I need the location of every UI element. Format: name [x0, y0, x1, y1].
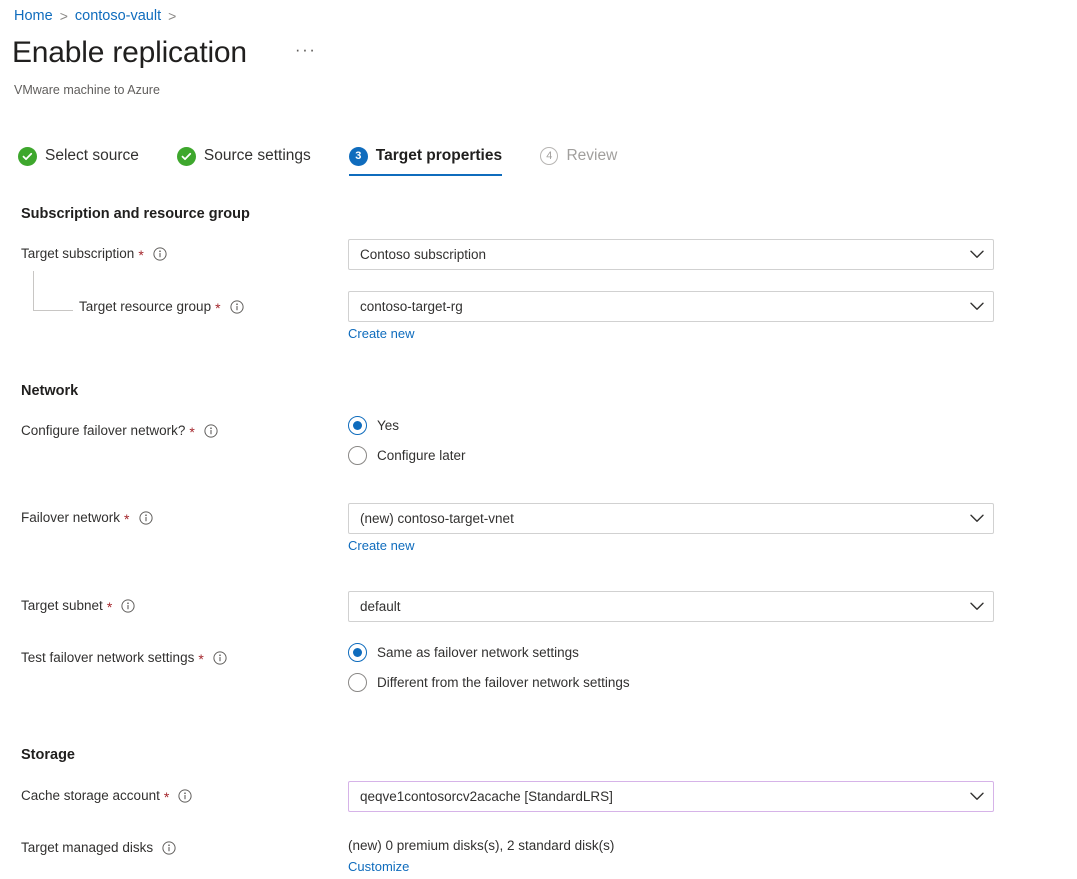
label-failover-network: Failover network * — [21, 508, 153, 528]
label-target-resource-group: Target resource group * — [79, 297, 244, 317]
label-text: Test failover network settings — [21, 648, 194, 668]
check-circle-icon — [18, 147, 37, 166]
radio-mark — [348, 446, 367, 465]
label-target-subscription: Target subscription * — [21, 244, 167, 264]
breadcrumb-separator: > — [60, 7, 68, 25]
create-new-resource-group-link[interactable]: Create new — [348, 325, 414, 343]
required-asterisk: * — [124, 514, 129, 524]
label-text: Target subnet — [21, 596, 103, 616]
radio-option-configure-later[interactable]: Configure later — [348, 446, 466, 465]
chevron-down-icon — [970, 792, 984, 801]
radio-label: Configure later — [377, 446, 466, 465]
dropdown-value: Contoso subscription — [360, 246, 486, 264]
radio-label: Yes — [377, 416, 399, 435]
dropdown-value: qeqve1contosorcv2acache [StandardLRS] — [360, 788, 613, 806]
configure-failover-network-radio-group: Yes Configure later — [348, 416, 466, 465]
tree-connector-line — [33, 271, 73, 311]
radio-mark — [348, 643, 367, 662]
info-icon[interactable] — [121, 599, 135, 613]
required-asterisk: * — [138, 250, 143, 260]
wizard-stepper: Select source Source settings 3 Target p… — [18, 146, 639, 176]
check-circle-icon — [177, 147, 196, 166]
info-icon[interactable] — [230, 300, 244, 314]
label-target-managed-disks: Target managed disks — [21, 838, 176, 858]
step-review[interactable]: 4 Review — [540, 146, 639, 176]
target-subnet-dropdown[interactable]: default — [348, 591, 994, 622]
radio-option-different-from-failover[interactable]: Different from the failover network sett… — [348, 673, 630, 692]
target-subscription-dropdown[interactable]: Contoso subscription — [348, 239, 994, 270]
chevron-down-icon — [970, 514, 984, 523]
step-label: Target properties — [376, 146, 502, 166]
step-label: Review — [566, 146, 617, 166]
step-number-badge: 4 — [540, 147, 558, 165]
step-select-source[interactable]: Select source — [18, 146, 161, 176]
required-asterisk: * — [164, 792, 169, 802]
cache-storage-account-dropdown[interactable]: qeqve1contosorcv2acache [StandardLRS] — [348, 781, 994, 812]
label-target-subnet: Target subnet * — [21, 596, 135, 616]
dropdown-value: contoso-target-rg — [360, 298, 463, 316]
breadcrumb: Home > contoso-vault > — [14, 7, 176, 25]
radio-mark — [348, 673, 367, 692]
label-text: Failover network — [21, 508, 120, 528]
label-text: Target resource group — [79, 297, 211, 317]
target-managed-disks-value: (new) 0 premium disks(s), 2 standard dis… — [348, 836, 614, 855]
enable-replication-page: Home > contoso-vault > Enable replicatio… — [0, 0, 1077, 879]
radio-option-same-as-failover[interactable]: Same as failover network settings — [348, 643, 630, 662]
label-configure-failover-network: Configure failover network? * — [21, 421, 218, 441]
page-title: Enable replication — [12, 34, 247, 72]
info-icon[interactable] — [213, 651, 227, 665]
required-asterisk: * — [198, 654, 203, 664]
info-icon[interactable] — [204, 424, 218, 438]
label-text: Target managed disks — [21, 838, 153, 858]
test-failover-network-settings-radio-group: Same as failover network settings Differ… — [348, 643, 630, 692]
breadcrumb-item-contoso-vault[interactable]: contoso-vault — [75, 7, 161, 25]
step-target-properties[interactable]: 3 Target properties — [349, 146, 524, 176]
chevron-down-icon — [970, 602, 984, 611]
required-asterisk: * — [215, 303, 220, 313]
chevron-down-icon — [970, 302, 984, 311]
label-cache-storage-account: Cache storage account * — [21, 786, 192, 806]
radio-label: Different from the failover network sett… — [377, 673, 630, 692]
failover-network-dropdown[interactable]: (new) contoso-target-vnet — [348, 503, 994, 534]
breadcrumb-separator: > — [168, 7, 176, 25]
radio-label: Same as failover network settings — [377, 643, 579, 662]
section-heading-subscription: Subscription and resource group — [21, 204, 250, 224]
radio-mark — [348, 416, 367, 435]
required-asterisk: * — [107, 602, 112, 612]
more-options-button[interactable]: ··· — [289, 40, 322, 66]
target-resource-group-dropdown[interactable]: contoso-target-rg — [348, 291, 994, 322]
label-text: Configure failover network? — [21, 421, 185, 441]
create-new-failover-network-link[interactable]: Create new — [348, 537, 414, 555]
step-source-settings[interactable]: Source settings — [177, 146, 333, 176]
radio-option-yes[interactable]: Yes — [348, 416, 466, 435]
section-heading-network: Network — [21, 381, 78, 401]
label-text: Cache storage account — [21, 786, 160, 806]
step-label: Source settings — [204, 146, 311, 166]
dropdown-value: (new) contoso-target-vnet — [360, 510, 514, 528]
page-subtitle: VMware machine to Azure — [14, 82, 160, 98]
label-text: Target subscription — [21, 244, 134, 264]
section-heading-storage: Storage — [21, 745, 75, 765]
chevron-down-icon — [970, 250, 984, 259]
dropdown-value: default — [360, 598, 401, 616]
label-test-failover-network-settings: Test failover network settings * — [21, 648, 227, 668]
info-icon[interactable] — [162, 841, 176, 855]
customize-managed-disks-link[interactable]: Customize — [348, 858, 409, 876]
step-label: Select source — [45, 146, 139, 166]
info-icon[interactable] — [153, 247, 167, 261]
info-icon[interactable] — [139, 511, 153, 525]
info-icon[interactable] — [178, 789, 192, 803]
step-number-badge: 3 — [349, 147, 368, 166]
page-header: Enable replication ··· — [12, 34, 512, 72]
required-asterisk: * — [189, 427, 194, 437]
breadcrumb-item-home[interactable]: Home — [14, 7, 53, 25]
